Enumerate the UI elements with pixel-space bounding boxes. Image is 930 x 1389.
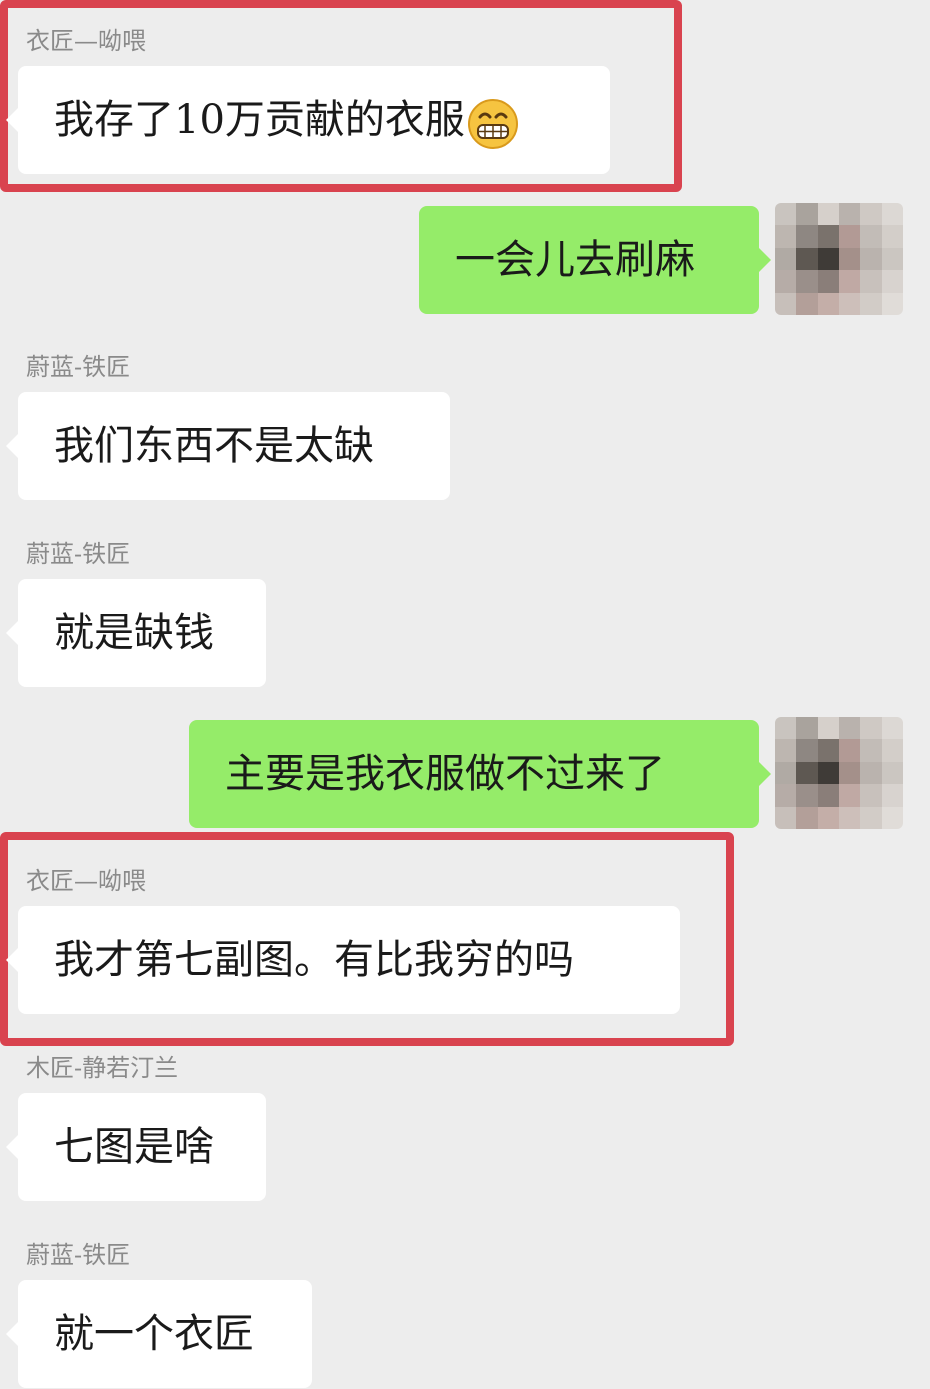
message-bubble[interactable]: 就是缺钱 [6, 579, 266, 687]
sender-name: 木匠-静若汀兰 [26, 1054, 179, 1082]
message-text: 就是缺钱 [54, 610, 214, 656]
sender-name: 蔚蓝-铁匠 [26, 540, 131, 568]
avatar[interactable] [775, 203, 903, 315]
message-text: 我们东西不是太缺 [54, 423, 374, 469]
message-text: 我才第七副图。有比我穷的吗 [54, 937, 574, 983]
sender-name: 衣匠—呦喂 [26, 27, 146, 55]
message-bubble[interactable]: 我存了10万贡献的衣服 [6, 66, 610, 174]
message-bubble[interactable]: 我才第七副图。有比我穷的吗 [6, 906, 680, 1014]
message-bubble[interactable]: 我们东西不是太缺 [6, 392, 450, 500]
sender-name: 衣匠—呦喂 [26, 867, 146, 895]
message-text: 一会儿去刷麻 [455, 237, 695, 283]
message-bubble[interactable]: 就一个衣匠 [6, 1280, 312, 1388]
message-text: 七图是啥 [54, 1124, 214, 1170]
message-bubble[interactable]: 七图是啥 [6, 1093, 266, 1201]
message-bubble[interactable]: 主要是我衣服做不过来了 [189, 720, 771, 828]
message-bubble[interactable]: 一会儿去刷麻 [419, 206, 771, 314]
sender-name: 蔚蓝-铁匠 [26, 1241, 131, 1269]
grinning-face-icon [467, 99, 518, 149]
message-text: 主要是我衣服做不过来了 [225, 751, 665, 797]
avatar[interactable] [775, 717, 903, 829]
message-text: 就一个衣匠 [54, 1311, 254, 1357]
message-text: 我存了10万贡献的衣服 [54, 97, 465, 143]
sender-name: 蔚蓝-铁匠 [26, 353, 131, 381]
